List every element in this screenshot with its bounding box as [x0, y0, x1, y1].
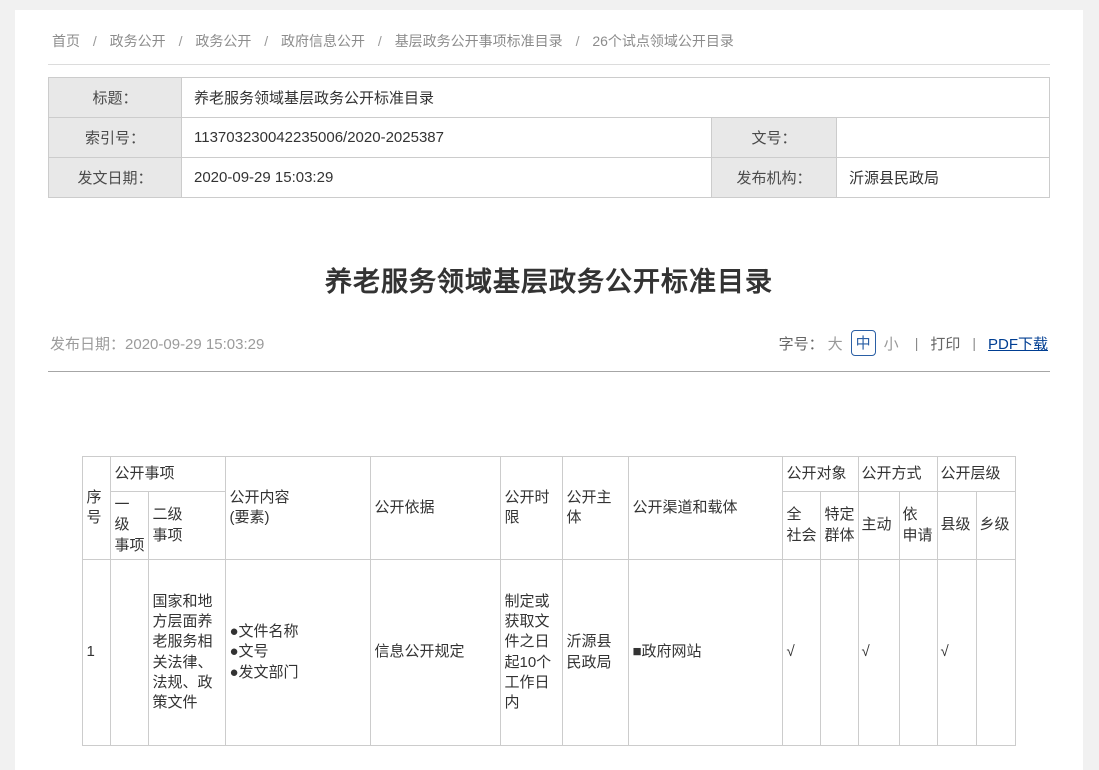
cell-level-township-check: [976, 560, 1015, 746]
publish-date-label: 发布日期：: [50, 336, 125, 353]
cell-seq: 1: [83, 560, 111, 746]
breadcrumb-item-home[interactable]: 首页: [52, 33, 80, 49]
print-button[interactable]: 打印: [930, 333, 960, 354]
breadcrumb-separator: /: [264, 33, 268, 49]
publish-date: 发布日期：2020-09-29 15:03:29: [50, 333, 264, 354]
breadcrumb-item-gov-info[interactable]: 政府信息公开: [281, 33, 365, 49]
cell-open-time-limit: 制定或获取文件之日起10个工作日内: [501, 560, 563, 746]
th-open-time-limit: 公开时限: [501, 457, 563, 560]
cell-method-active-check: √: [858, 560, 899, 746]
cell-level2-item: 国家和地方层面养老服务相关法律、法规、政策文件: [149, 560, 226, 746]
catalog-table: 序号 公开事项 公开内容 (要素) 公开依据 公开时限 公开主体 公开渠道和载体…: [82, 456, 1015, 746]
meta-label-doc-number: 文号：: [711, 118, 836, 158]
cell-level-county-check: √: [937, 560, 976, 746]
cell-target-specific-check: [821, 560, 858, 746]
meta-row-index: 索引号： 113703230042235006/2020-2025387 文号：: [49, 118, 1050, 158]
cell-open-channel: ■政府网站: [629, 560, 783, 746]
meta-label-title: 标题：: [49, 78, 182, 118]
meta-row-date: 发文日期： 2020-09-29 15:03:29 发布机构： 沂源县民政局: [49, 158, 1050, 198]
cell-open-subject: 沂源县民政局: [563, 560, 629, 746]
article-toolbar: 字号： 大 中 小 | 打印 | PDF下载: [779, 330, 1048, 356]
th-level-county: 县级: [937, 492, 976, 560]
cell-open-basis: 信息公开规定: [371, 560, 501, 746]
breadcrumb-separator: /: [179, 33, 183, 49]
th-open-content: 公开内容 (要素): [226, 457, 371, 560]
breadcrumb-separator: /: [576, 33, 580, 49]
th-method-request: 依 申请: [899, 492, 937, 560]
meta-value-title: 养老服务领域基层政务公开标准目录: [182, 78, 1050, 118]
th-method-active: 主动: [858, 492, 899, 560]
th-target-specific: 特定群体: [821, 492, 858, 560]
meta-label-issue-date: 发文日期：: [49, 158, 182, 198]
th-seq-icon: 序号: [83, 457, 111, 560]
publish-date-value: 2020-09-29 15:03:29: [125, 336, 264, 353]
section-divider: [48, 371, 1050, 372]
breadcrumb-separator: /: [378, 33, 382, 49]
th-open-method-group: 公开方式: [858, 457, 937, 492]
article-info-bar: 发布日期：2020-09-29 15:03:29 字号： 大 中 小 | 打印 …: [48, 330, 1050, 356]
th-level1-item: 一 级 事项: [111, 492, 149, 560]
meta-value-agency: 沂源县民政局: [836, 158, 1049, 198]
cell-method-request-check: [899, 560, 937, 746]
pdf-download-link[interactable]: PDF下载: [988, 333, 1048, 354]
breadcrumb-item-zwgk-1[interactable]: 政务公开: [110, 33, 166, 49]
th-level-township: 乡级: [976, 492, 1015, 560]
meta-value-issue-date: 2020-09-29 15:03:29: [182, 158, 712, 198]
th-open-target-group: 公开对象: [783, 457, 858, 492]
cell-target-all-check: √: [783, 560, 821, 746]
meta-label-index: 索引号：: [49, 118, 182, 158]
breadcrumb-item-zwgk-2[interactable]: 政务公开: [195, 33, 251, 49]
meta-row-title: 标题： 养老服务领域基层政务公开标准目录: [49, 78, 1050, 118]
content-panel: 首页 / 政务公开 / 政务公开 / 政府信息公开 / 基层政务公开事项标准目录…: [15, 10, 1083, 770]
breadcrumb: 首页 / 政务公开 / 政务公开 / 政府信息公开 / 基层政务公开事项标准目录…: [48, 10, 1050, 65]
document-meta-table: 标题： 养老服务领域基层政务公开标准目录 索引号： 11370323004223…: [48, 77, 1050, 198]
th-open-channel: 公开渠道和载体: [629, 457, 783, 560]
meta-value-doc-number: [836, 118, 1049, 158]
meta-label-agency: 发布机构：: [711, 158, 836, 198]
toolbar-divider: |: [915, 335, 919, 351]
font-size-medium-button[interactable]: 中: [851, 330, 876, 356]
cell-level1-item: [111, 560, 149, 746]
th-open-basis: 公开依据: [371, 457, 501, 560]
catalog-header-row-1: 序号 公开事项 公开内容 (要素) 公开依据 公开时限 公开主体 公开渠道和载体…: [83, 457, 1015, 492]
th-open-item-group: 公开事项: [111, 457, 226, 492]
page-title: 养老服务领域基层政务公开标准目录: [48, 260, 1050, 299]
th-open-subject: 公开主体: [563, 457, 629, 560]
catalog-table-row: 1 国家和地方层面养老服务相关法律、法规、政策文件 ●文件名称 ●文号 ●发文部…: [83, 560, 1015, 746]
font-size-label: 字号：: [779, 333, 824, 354]
cell-open-content: ●文件名称 ●文号 ●发文部门: [226, 560, 371, 746]
font-size-small-button[interactable]: 小: [884, 333, 899, 354]
th-level2-item: 二级 事项: [149, 492, 226, 560]
meta-value-index: 113703230042235006/2020-2025387: [182, 118, 712, 158]
toolbar-divider: |: [972, 335, 976, 351]
th-target-all: 全 社会: [783, 492, 821, 560]
breadcrumb-item-standard-catalog[interactable]: 基层政务公开事项标准目录: [395, 33, 563, 49]
font-size-large-button[interactable]: 大: [828, 333, 843, 354]
th-open-level-group: 公开层级: [937, 457, 1015, 492]
breadcrumb-separator: /: [93, 33, 97, 49]
breadcrumb-item-pilot-catalog[interactable]: 26个试点领域公开目录: [592, 33, 734, 49]
